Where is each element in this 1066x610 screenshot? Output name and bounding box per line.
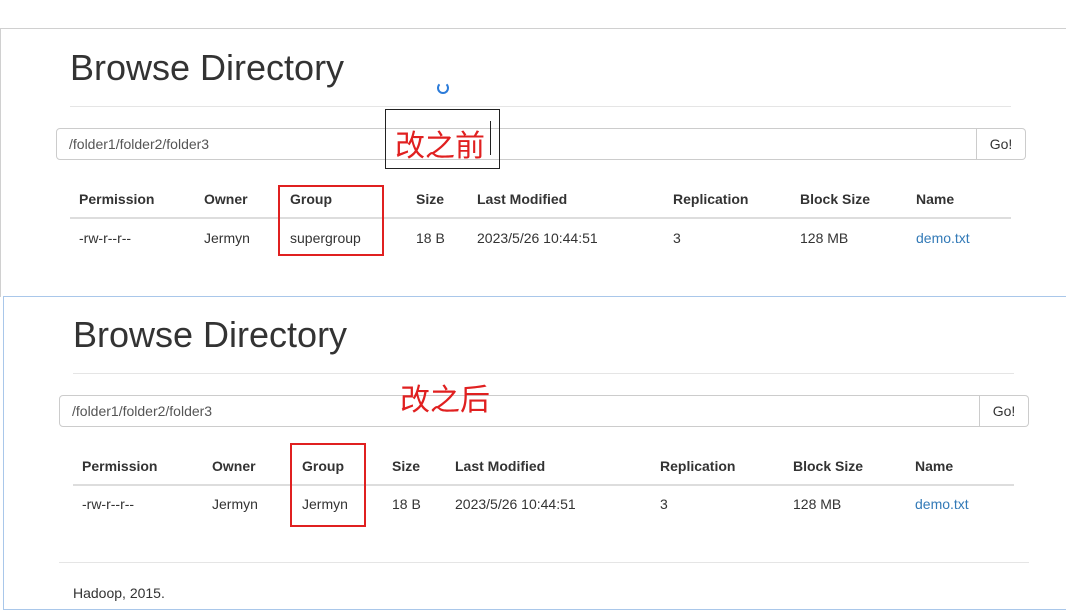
page-title: Browse Directory <box>73 314 348 355</box>
column-header-last-modified[interactable]: Last Modified <box>477 191 567 207</box>
page-title: Browse Directory <box>70 47 345 88</box>
column-header-size[interactable]: Size <box>392 458 420 474</box>
cell-replication: 3 <box>660 496 668 512</box>
cell-owner: Jermyn <box>212 496 258 512</box>
column-header-size[interactable]: Size <box>416 191 444 207</box>
column-header-replication[interactable]: Replication <box>660 458 735 474</box>
browse-panel-before: Browse Directory Go! Permission Owner Gr… <box>0 28 1066 297</box>
column-header-name[interactable]: Name <box>915 458 953 474</box>
cell-permission: -rw-r--r-- <box>82 496 135 512</box>
path-input[interactable] <box>56 128 977 160</box>
annotation-before-label: 改之前 <box>395 129 485 164</box>
cell-last-modified: 2023/5/26 10:44:51 <box>455 496 576 512</box>
loading-spinner-icon <box>437 82 449 94</box>
divider <box>73 373 1014 374</box>
cell-replication: 3 <box>673 230 681 246</box>
column-header-permission[interactable]: Permission <box>79 191 154 207</box>
path-input[interactable] <box>59 395 980 427</box>
footer-divider <box>59 562 1029 563</box>
text-caret <box>490 121 491 155</box>
go-button[interactable]: Go! <box>980 395 1029 427</box>
annotation-after-label: 改之后 <box>400 383 490 418</box>
cell-last-modified: 2023/5/26 10:44:51 <box>477 230 598 246</box>
footer-text: Hadoop, 2015. <box>73 585 165 601</box>
browse-panel-after: Browse Directory Go! Permission Owner Gr… <box>3 296 1066 610</box>
cell-block-size: 128 MB <box>800 230 849 246</box>
column-header-last-modified[interactable]: Last Modified <box>455 458 545 474</box>
cell-permission: -rw-r--r-- <box>79 230 132 246</box>
column-header-owner[interactable]: Owner <box>204 191 248 207</box>
go-button[interactable]: Go! <box>977 128 1026 160</box>
path-input-group: Go! <box>56 128 1026 160</box>
column-header-block-size[interactable]: Block Size <box>800 191 870 207</box>
file-link[interactable]: demo.txt <box>915 496 969 512</box>
file-link[interactable]: demo.txt <box>916 230 970 246</box>
group-highlight-box <box>290 443 366 527</box>
column-header-owner[interactable]: Owner <box>212 458 256 474</box>
cell-owner: Jermyn <box>204 230 250 246</box>
divider <box>70 106 1011 107</box>
table-header-rule <box>70 217 1011 219</box>
group-highlight-box <box>278 185 384 256</box>
column-header-block-size[interactable]: Block Size <box>793 458 863 474</box>
column-header-permission[interactable]: Permission <box>82 458 157 474</box>
cell-size: 18 B <box>416 230 445 246</box>
table-header-rule <box>73 484 1014 486</box>
cell-size: 18 B <box>392 496 421 512</box>
cell-block-size: 128 MB <box>793 496 842 512</box>
column-header-replication[interactable]: Replication <box>673 191 748 207</box>
path-input-group: Go! <box>59 395 1029 427</box>
column-header-name[interactable]: Name <box>916 191 954 207</box>
